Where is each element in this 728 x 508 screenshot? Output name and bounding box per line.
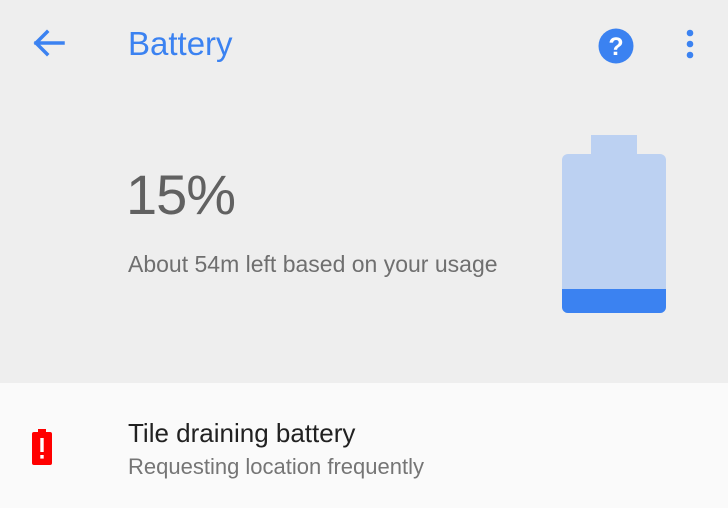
battery-level-icon — [562, 135, 666, 313]
tip-item-tile-draining[interactable]: Tile draining battery Requesting locatio… — [0, 383, 728, 508]
help-circle-icon: ? — [598, 28, 634, 64]
arrow-back-icon — [33, 29, 65, 57]
page-title: Battery — [128, 25, 233, 62]
battery-fill-edge — [562, 289, 666, 297]
battery-estimate: About 54m left based on your usage — [128, 251, 498, 277]
tip-subtitle: Requesting location frequently — [128, 454, 424, 479]
more-options-button[interactable] — [676, 26, 704, 66]
help-button[interactable]: ? — [596, 26, 636, 66]
app-bar: Battery ? — [0, 0, 728, 90]
svg-text:?: ? — [608, 33, 623, 61]
back-button[interactable] — [26, 22, 74, 66]
tip-title: Tile draining battery — [128, 418, 356, 448]
battery-alert-icon — [32, 429, 52, 465]
more-vert-icon — [686, 29, 694, 59]
battery-tips-card: Tile draining battery Requesting locatio… — [0, 383, 728, 508]
battery-percent: 15% — [126, 163, 236, 226]
